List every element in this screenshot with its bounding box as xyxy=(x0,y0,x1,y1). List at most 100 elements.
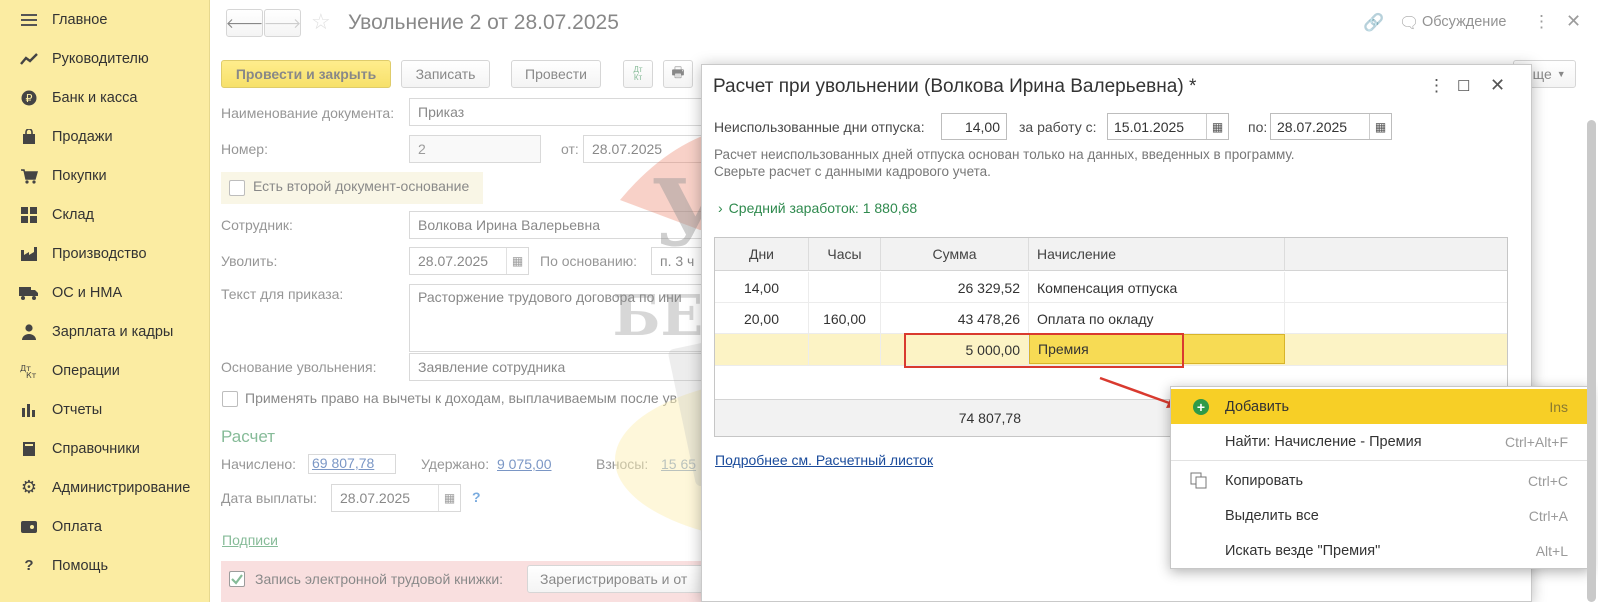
cell-hours: 160,00 xyxy=(809,303,881,334)
work-to-field[interactable]: 28.07.2025 ▦ xyxy=(1270,113,1392,140)
sidebar-item-operations[interactable]: Дт Кт Операции xyxy=(0,351,210,390)
column-header-accrual[interactable]: Начисление xyxy=(1029,238,1285,271)
more-vertical-icon[interactable]: ⋮ xyxy=(1428,76,1445,96)
sidebar-item-label: Отчеты xyxy=(52,401,103,418)
truck-icon xyxy=(16,283,42,303)
total-sum: 74 807,78 xyxy=(958,409,1021,426)
work-from-label: за работу с: xyxy=(1019,119,1097,135)
sidebar-item-sales[interactable]: Продажи xyxy=(0,117,210,156)
menu-icon xyxy=(16,10,42,30)
column-header-hours[interactable]: Часы xyxy=(809,238,881,271)
sidebar-item-label: Зарплата и кадры xyxy=(52,323,174,340)
sidebar-item-label: Продажи xyxy=(52,128,113,145)
sidebar-item-label: ОС и НМА xyxy=(52,284,123,301)
sidebar-item-payment[interactable]: Оплата xyxy=(0,507,210,546)
cell-days: 14,00 xyxy=(715,272,809,303)
menu-item-add[interactable]: + Добавить Ins xyxy=(1171,389,1590,424)
menu-item-label: Выделить все xyxy=(1225,507,1319,524)
sidebar-item-label: Главное xyxy=(52,11,108,28)
copy-icon xyxy=(1190,472,1208,494)
sidebar-item-label: Справочники xyxy=(52,440,140,457)
unused-days-label: Неиспользованные дни отпуска: xyxy=(714,119,925,135)
context-menu: + Добавить Ins Найти: Начисление - Преми… xyxy=(1170,386,1591,569)
dialog-title: Расчет при увольнении (Волкова Ирина Вал… xyxy=(713,76,1197,97)
work-to-label: по: xyxy=(1248,119,1268,135)
calendar-icon[interactable]: ▦ xyxy=(1206,114,1228,139)
sidebar-item-assets[interactable]: ОС и НМА xyxy=(0,273,210,312)
sidebar-item-administration[interactable]: ⚙ Администрирование xyxy=(0,468,210,507)
svg-text:Кт: Кт xyxy=(26,371,37,379)
menu-item-label: Найти: Начисление - Премия xyxy=(1225,433,1422,450)
menu-item-copy[interactable]: Копировать Ctrl+C xyxy=(1171,463,1590,498)
column-header-sum[interactable]: Сумма xyxy=(881,238,1029,271)
sidebar-item-production[interactable]: Производство xyxy=(0,234,210,273)
work-from-field[interactable]: 15.01.2025 ▦ xyxy=(1107,113,1229,140)
sidebar-item-manager[interactable]: Руководителю xyxy=(0,39,210,78)
sidebar-item-label: Оплата xyxy=(52,518,102,535)
cell-accrual: Компенсация отпуска xyxy=(1029,272,1285,303)
menu-divider xyxy=(1171,460,1590,461)
add-icon: + xyxy=(1193,399,1209,415)
bag-icon xyxy=(16,127,42,147)
scrollbar[interactable] xyxy=(1587,120,1596,602)
chevron-right-icon: › xyxy=(718,200,723,216)
sidebar-item-salary[interactable]: Зарплата и кадры xyxy=(0,312,210,351)
menu-item-label: Копировать xyxy=(1225,472,1304,489)
unused-days-field[interactable]: 14,00 xyxy=(941,113,1007,140)
cell-sum: 43 478,26 xyxy=(881,303,1029,334)
sidebar-item-purchases[interactable]: Покупки xyxy=(0,156,210,195)
menu-item-find[interactable]: Найти: Начисление - Премия Ctrl+Alt+F xyxy=(1171,424,1590,459)
dialog-close-icon[interactable]: ✕ xyxy=(1490,75,1505,96)
dtkt-icon: Дт Кт xyxy=(16,361,42,381)
cell-days: 20,00 xyxy=(715,303,809,334)
factory-icon xyxy=(16,244,42,264)
question-icon: ? xyxy=(24,557,34,574)
menu-item-shortcut: Alt+L xyxy=(1535,542,1568,559)
sidebar-item-main[interactable]: Главное xyxy=(0,0,210,39)
sidebar-item-label: Операции xyxy=(52,362,120,379)
sidebar-item-directories[interactable]: Справочники xyxy=(0,429,210,468)
cell-sum: 26 329,52 xyxy=(881,272,1029,303)
sidebar-item-bank[interactable]: ₽ Банк и касса xyxy=(0,78,210,117)
sidebar-item-reports[interactable]: Отчеты xyxy=(0,390,210,429)
menu-item-select-all[interactable]: Выделить все Ctrl+A xyxy=(1171,498,1590,533)
cell-hours xyxy=(809,272,881,303)
menu-item-label: Искать везде "Премия" xyxy=(1225,542,1381,559)
menu-item-label: Добавить xyxy=(1225,398,1290,415)
cell-accrual: Оплата по окладу xyxy=(1029,303,1285,334)
trend-icon xyxy=(16,49,42,69)
table-row[interactable]: 20,00 160,00 43 478,26 Оплата по окладу xyxy=(715,303,1507,334)
book-icon xyxy=(16,439,42,459)
svg-text:₽: ₽ xyxy=(26,92,33,105)
cell-hours xyxy=(809,334,881,365)
sidebar-item-label: Покупки xyxy=(52,167,107,184)
annotation-highlight-box xyxy=(904,333,1184,368)
barchart-icon xyxy=(16,400,42,420)
sidebar-item-warehouse[interactable]: Склад xyxy=(0,195,210,234)
work-from-value: 15.01.2025 xyxy=(1114,118,1185,135)
sidebar-item-label: Администрирование xyxy=(52,479,191,496)
sidebar-item-label: Склад xyxy=(52,206,94,223)
note-line2: Сверьте расчет с данными кадрового учета… xyxy=(714,164,991,179)
menu-item-shortcut: Ctrl+Alt+F xyxy=(1504,433,1568,450)
payslip-link[interactable]: Подробнее см. Расчетный листок xyxy=(715,452,933,468)
sidebar-item-label: Производство xyxy=(52,245,147,262)
column-header-days[interactable]: Дни xyxy=(715,238,809,271)
wallet-icon xyxy=(16,517,42,537)
menu-item-shortcut: Ins xyxy=(1549,398,1568,415)
menu-item-shortcut: Ctrl+C xyxy=(1527,472,1568,489)
menu-item-search-everywhere[interactable]: Искать везде "Премия" Alt+L xyxy=(1171,533,1590,568)
maximize-icon[interactable]: ☐ xyxy=(1457,77,1470,95)
sidebar-item-label: Помощь xyxy=(52,557,109,574)
table-row[interactable]: 14,00 26 329,52 Компенсация отпуска xyxy=(715,272,1507,303)
sidebar-item-label: Руководителю xyxy=(52,50,149,67)
sidebar-item-label: Банк и касса xyxy=(52,89,138,106)
column-header-empty xyxy=(1285,238,1507,271)
avg-earnings-toggle[interactable]: › Средний заработок: 1 880,68 xyxy=(718,200,917,216)
sidebar: Главное Руководителю ₽ Банк и касса Прод… xyxy=(0,0,210,602)
cart-icon xyxy=(16,166,42,186)
sidebar-item-help[interactable]: ? Помощь xyxy=(0,546,210,585)
ruble-icon: ₽ xyxy=(16,88,42,108)
calendar-icon[interactable]: ▦ xyxy=(1369,114,1391,139)
menu-item-shortcut: Ctrl+A xyxy=(1528,507,1568,524)
